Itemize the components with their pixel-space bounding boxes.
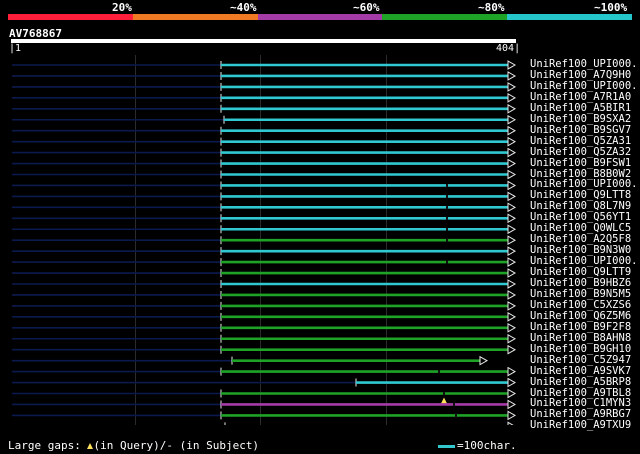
subject-gap-mark xyxy=(446,227,448,231)
hit-end-arrow xyxy=(507,71,517,81)
hit-end-arrow xyxy=(507,290,517,300)
scale-legend: =100char. xyxy=(438,439,517,452)
hit-end-arrow xyxy=(507,191,517,202)
query-gap-icon xyxy=(441,397,447,404)
hit-end-arrow xyxy=(507,311,517,322)
hit-end-arrow xyxy=(507,235,517,246)
gaps-subject: - (in Subject) xyxy=(166,439,260,452)
legend-swatch-60 xyxy=(258,14,382,20)
hit-end-arrow xyxy=(507,333,517,344)
subject-gap-mark xyxy=(446,260,448,264)
legend-label-60: ~60% xyxy=(353,1,380,14)
gap-legend: Large gaps: (in Query)/- (in Subject) xyxy=(8,439,259,452)
hit-end-arrow xyxy=(507,421,514,425)
legend-label-40: ~40% xyxy=(230,1,257,14)
hit-end-arrow xyxy=(507,268,517,278)
hit-label[interactable]: UniRef100_A9TXU9 xyxy=(530,419,631,431)
query-start: |1 xyxy=(9,43,22,54)
hit-end-arrow xyxy=(507,246,517,257)
hit-end-arrow xyxy=(507,366,517,377)
hit-end-arrow xyxy=(507,147,517,158)
hit-end-arrow xyxy=(479,355,489,366)
hit-end-arrow xyxy=(507,60,517,70)
legend-label-80: ~80% xyxy=(478,1,505,14)
subject-gap-mark xyxy=(438,370,440,374)
hit-end-arrow xyxy=(507,82,517,92)
scale-label: =100char. xyxy=(457,439,517,452)
hit-end-arrow xyxy=(507,224,517,235)
legend-swatch-40 xyxy=(133,14,258,20)
hit-end-arrow xyxy=(507,377,517,388)
subject-gap-mark xyxy=(446,216,448,220)
hit-end-arrow xyxy=(507,301,517,311)
hit-end-arrow xyxy=(507,114,517,125)
legend-label-100: ~100% xyxy=(594,1,628,14)
subject-gap-mark xyxy=(446,238,448,242)
hit-end-arrow xyxy=(507,388,517,399)
subject-gap-mark xyxy=(446,183,448,187)
hit-end-arrow xyxy=(507,125,517,136)
hit-end-arrow xyxy=(507,180,517,191)
hit-end-arrow xyxy=(507,279,517,289)
query-ruler xyxy=(11,39,516,43)
legend-swatch-20 xyxy=(8,14,133,20)
gaps-prefix: Large gaps: xyxy=(8,439,81,452)
subject-gap-mark xyxy=(446,205,448,209)
subject-gap-mark xyxy=(455,413,457,417)
legend-swatch-100 xyxy=(507,14,632,20)
legend-swatch-80 xyxy=(382,14,507,20)
hit-end-arrow xyxy=(507,322,517,333)
hit-end-arrow xyxy=(507,399,517,410)
hit-end-arrow xyxy=(507,344,517,355)
subject-gap-mark xyxy=(453,402,455,406)
query-end: 404| xyxy=(496,43,521,54)
hit-end-arrow xyxy=(507,92,517,103)
hit-end-arrow xyxy=(507,103,517,114)
hit-end-arrow xyxy=(507,136,517,147)
hit-end-arrow xyxy=(507,410,517,421)
scale-icon xyxy=(438,444,455,448)
hit-end-arrow xyxy=(507,202,517,213)
identity-legend: 20% ~40% ~60% ~80% ~100% xyxy=(8,0,632,20)
gaps-query: (in Query)/ xyxy=(93,439,167,452)
hit-end-arrow xyxy=(507,169,517,180)
hit-end-arrow xyxy=(507,213,517,224)
legend-label-20: 20% xyxy=(112,1,132,14)
hit-end-arrow xyxy=(507,257,517,267)
subject-gap-mark xyxy=(443,392,445,395)
hit-end-arrow xyxy=(507,158,517,169)
subject-gap-mark xyxy=(446,194,448,198)
